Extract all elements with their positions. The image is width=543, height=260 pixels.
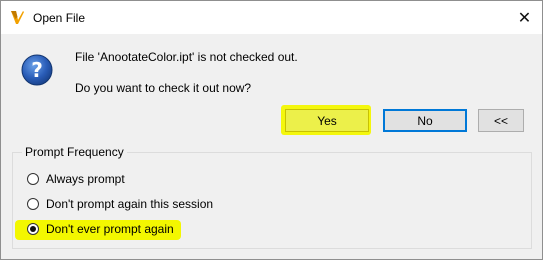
close-button[interactable]: ✕	[507, 1, 542, 34]
radio-label-dont-prompt-session[interactable]: Don't prompt again this session	[46, 197, 213, 211]
yes-button[interactable]: Yes	[285, 109, 369, 132]
window-title: Open File	[33, 11, 86, 25]
radio-always-prompt[interactable]	[27, 173, 39, 185]
question-icon: ?	[21, 54, 53, 86]
collapse-options-button[interactable]: <<	[478, 109, 524, 132]
svg-text:?: ?	[31, 58, 43, 82]
message-line-1: File 'AnootateColor.ipt' is not checked …	[75, 50, 298, 64]
title-bar[interactable]: Open File ✕	[1, 1, 542, 34]
yes-button-label: Yes	[317, 113, 337, 128]
open-file-dialog: Open File ✕ ? File 'AnootateColor.ipt' i…	[0, 0, 543, 260]
radio-dont-prompt-session[interactable]	[27, 198, 39, 210]
collapse-options-label: <<	[493, 113, 508, 128]
radio-label-always-prompt[interactable]: Always prompt	[46, 172, 125, 186]
message-line-2: Do you want to check it out now?	[75, 81, 252, 95]
prompt-frequency-title: Prompt Frequency	[22, 145, 127, 159]
no-button-label: No	[417, 113, 433, 128]
radio-label-dont-ever-prompt[interactable]: Don't ever prompt again	[46, 222, 174, 236]
no-button[interactable]: No	[383, 109, 467, 132]
app-logo-icon	[11, 11, 24, 24]
radio-dont-ever-prompt[interactable]	[27, 223, 39, 235]
close-icon: ✕	[517, 9, 532, 27]
